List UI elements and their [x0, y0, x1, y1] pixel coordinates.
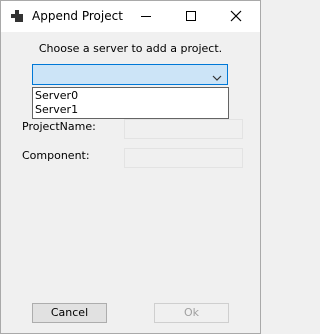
maximize-button[interactable]	[171, 1, 211, 32]
ok-button[interactable]: Ok	[154, 303, 229, 323]
component-field[interactable]	[124, 148, 243, 168]
minimize-button[interactable]	[126, 1, 166, 32]
server-dropdown-list: Server0 Server1	[32, 87, 229, 119]
dropdown-option-server1[interactable]: Server1	[35, 103, 78, 117]
project-name-field[interactable]	[124, 119, 243, 139]
minimize-icon	[141, 16, 151, 17]
component-label: Component:	[22, 149, 90, 162]
dropdown-option-server0[interactable]: Server0	[35, 89, 78, 103]
title-bar[interactable]: Append Project	[1, 1, 260, 32]
project-name-label: ProjectName:	[22, 120, 96, 133]
maximize-icon	[186, 11, 196, 21]
append-project-dialog: Append Project Choose a server to add a …	[0, 0, 261, 334]
app-window-icon	[10, 9, 24, 23]
close-button[interactable]	[216, 1, 256, 32]
chevron-down-icon[interactable]	[212, 71, 222, 84]
window-title: Append Project	[32, 9, 123, 23]
server-prompt: Choose a server to add a project.	[38, 42, 223, 55]
close-icon	[230, 10, 242, 22]
server-combobox[interactable]	[32, 64, 228, 85]
cancel-button[interactable]: Cancel	[32, 303, 107, 323]
